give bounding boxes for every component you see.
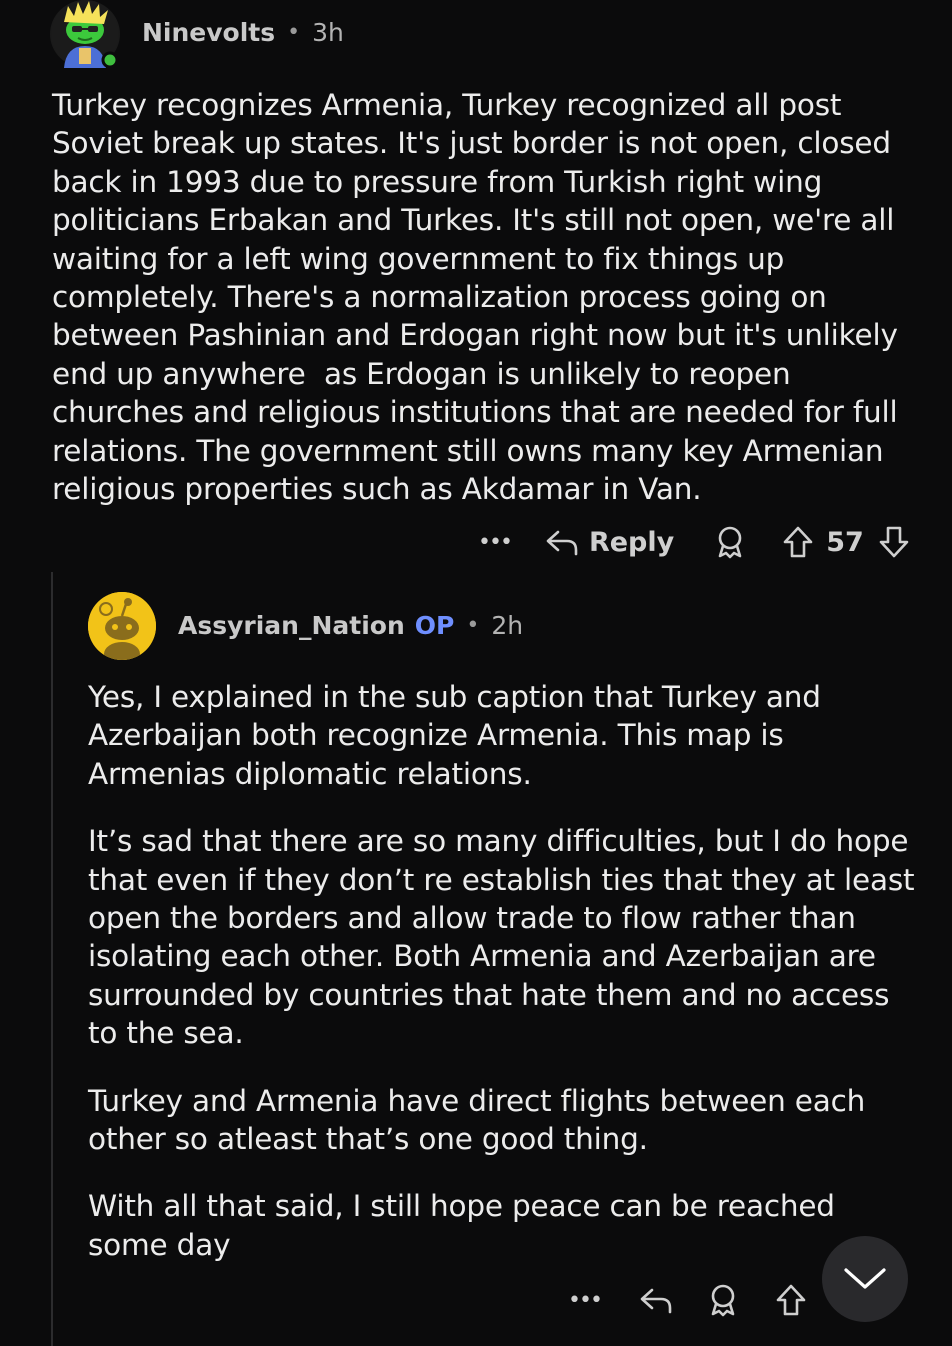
comment-line: Turkey and Armenia have direct flights b…: [88, 1083, 866, 1118]
comment-actions: •••: [568, 1280, 807, 1320]
thread-line[interactable]: [51, 572, 53, 1346]
comment-line: Soviet break up states. It's just border…: [52, 126, 891, 161]
comment-line: Azerbaijan both recognize Armenia. This …: [88, 718, 784, 753]
comment-line: isolating each other. Both Armenia and A…: [88, 939, 876, 974]
comment-line: back in 1993 due to pressure from Turkis…: [52, 164, 823, 199]
snoo-avatar-green-icon: [51, 0, 119, 69]
comment-body: Yes, I explained in the sub caption that…: [88, 678, 938, 1264]
author-name[interactable]: Ninevolts: [142, 18, 275, 47]
upvote-button[interactable]: [775, 1283, 807, 1317]
comment-actions: ••• Reply 57: [478, 522, 910, 562]
op-badge: OP: [414, 611, 455, 640]
comment-line: open the borders and allow trade to flow…: [88, 901, 856, 936]
comment-timestamp: 2h: [491, 611, 524, 640]
meta-separator: •: [466, 613, 480, 638]
downvote-arrow-icon: [879, 526, 909, 558]
comment-line: religious properties such as Akdamar in …: [52, 472, 702, 507]
downvote-button[interactable]: [878, 525, 910, 559]
comment-line: surrounded by countries that hate them a…: [88, 977, 890, 1012]
scroll-down-button[interactable]: [822, 1236, 908, 1322]
more-icon: •••: [478, 529, 513, 555]
comment-line: to the sea.: [88, 1016, 244, 1051]
comment-line: It’s sad that there are so many difficul…: [88, 824, 909, 859]
comment-line: Yes, I explained in the sub caption that…: [88, 680, 821, 714]
online-status-dot: [101, 51, 119, 69]
user-avatar[interactable]: [50, 0, 120, 69]
more-options-button[interactable]: •••: [568, 1287, 603, 1313]
award-button[interactable]: [714, 525, 746, 559]
comment-line: Armenias diplomatic relations.: [88, 756, 532, 791]
comment-meta: Assyrian_Nation OP • 2h: [178, 611, 523, 640]
comment-body: Turkey recognizes Armenia, Turkey recogn…: [52, 86, 932, 508]
vote-score: 57: [826, 526, 864, 558]
comment-line: end up anywhere as Erdogan is unlikely t…: [52, 356, 791, 391]
comment-thread: Ninevolts • 3h Turkey recognizes Armenia…: [0, 0, 952, 1346]
comment-meta: Ninevolts • 3h: [142, 18, 344, 47]
comment-timestamp: 3h: [312, 18, 344, 47]
comment-line: With all that said, I still hope peace c…: [88, 1189, 835, 1224]
comment-line: between Pashinian and Erdogan right now …: [52, 318, 898, 353]
chevron-down-icon: [844, 1268, 886, 1289]
snoo-avatar-yellow-icon: [88, 592, 156, 660]
comment-line: politicians Erbakan and Turkes. It's sti…: [52, 203, 895, 238]
reply-label: Reply: [588, 526, 675, 558]
more-options-button[interactable]: •••: [478, 529, 513, 555]
comment-line: completely. There's a normalization proc…: [52, 280, 827, 315]
comment-line: other so atleast that’s one good thing.: [88, 1122, 648, 1157]
award-button[interactable]: [707, 1283, 739, 1317]
paragraph: With all that said, I still hope peace c…: [88, 1187, 938, 1264]
upvote-arrow-icon: [783, 526, 813, 558]
comment-line: waiting for a left wing government to fi…: [52, 241, 785, 276]
more-icon: •••: [568, 1287, 603, 1313]
upvote-arrow-icon: [776, 1284, 806, 1316]
reply-arrow-icon: [546, 530, 578, 556]
award-icon: [718, 526, 742, 559]
reply-button[interactable]: Reply: [545, 527, 674, 558]
comment-line: Turkey recognizes Armenia, Turkey recogn…: [52, 88, 842, 122]
paragraph: It’s sad that there are so many difficul…: [88, 822, 938, 1052]
paragraph: Yes, I explained in the sub caption that…: [88, 678, 938, 793]
reply-button[interactable]: [639, 1285, 673, 1315]
comment-line: some day: [88, 1227, 231, 1262]
award-icon: [711, 1284, 735, 1317]
author-name[interactable]: Assyrian_Nation: [178, 611, 405, 640]
comment-line: churches and religious institutions that…: [52, 395, 898, 430]
comment-line: relations. The government still owns man…: [52, 433, 884, 468]
paragraph: Turkey and Armenia have direct flights b…: [88, 1082, 938, 1159]
reply-arrow-icon: [640, 1288, 672, 1314]
comment-line: that even if they don’t re establish tie…: [88, 862, 915, 897]
upvote-button[interactable]: [782, 525, 814, 559]
meta-separator: •: [287, 20, 301, 45]
user-avatar[interactable]: [88, 592, 156, 660]
